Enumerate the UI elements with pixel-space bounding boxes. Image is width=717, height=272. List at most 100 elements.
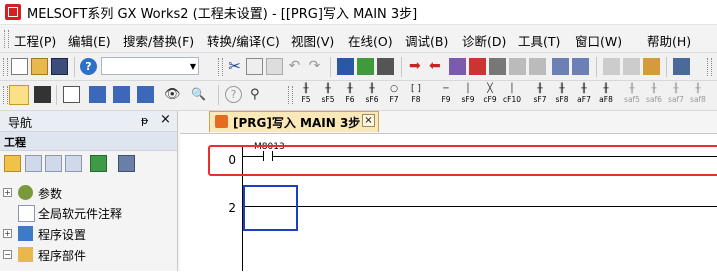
module-icon[interactable] — [34, 86, 51, 103]
ladder-key-f9[interactable]: ─ F9 — [436, 84, 456, 104]
remote-operation-icon[interactable] — [469, 58, 486, 75]
comment-icon — [18, 205, 35, 222]
copy-icon[interactable] — [246, 58, 263, 75]
ladder-key-f8[interactable]: [ ] F8 — [406, 84, 426, 104]
monitor-stop-icon[interactable] — [509, 58, 526, 75]
sort-icon[interactable] — [118, 155, 135, 172]
redo-icon[interactable]: ↷ — [306, 58, 323, 75]
navigation-header: 导航 ᵽ × — [0, 111, 177, 132]
ladder-key-cf10[interactable]: │ cF10 — [502, 84, 522, 104]
save-icon[interactable] — [51, 58, 68, 75]
verify-plc-icon[interactable] — [449, 58, 466, 75]
copy-data-icon[interactable] — [25, 155, 42, 172]
tree-item-global-device-comment[interactable]: 全局软元件注释 — [0, 203, 177, 223]
tree-item-program-setting[interactable]: + 程序设置 — [0, 224, 177, 244]
open-folder-icon[interactable] — [31, 58, 48, 75]
ladder-key-f5[interactable]: ╫ F5 — [296, 84, 316, 104]
device-icon[interactable] — [89, 86, 106, 103]
tree-item-parameters[interactable]: + 参数 — [0, 183, 177, 203]
monitor-batch-icon[interactable] — [529, 58, 546, 75]
device-batch-icon[interactable] — [377, 58, 394, 75]
device-replace-icon[interactable] — [357, 58, 374, 75]
end-rung-wire — [243, 206, 717, 207]
monitor-icon[interactable] — [489, 58, 506, 75]
paste-data-icon[interactable] — [45, 155, 62, 172]
property-icon[interactable] — [65, 155, 82, 172]
ladder-key-cf9[interactable]: ╳ cF9 — [480, 84, 500, 104]
device-test-icon[interactable] — [572, 58, 589, 75]
read-from-plc-icon[interactable]: ⬅ — [429, 58, 446, 75]
ladder-symbol-icon: ╫ — [559, 84, 565, 94]
ladder-key-sf8[interactable]: ╫ sF8 — [552, 84, 572, 104]
simulation-stop-icon[interactable] — [623, 58, 640, 75]
close-icon[interactable]: × — [160, 112, 171, 127]
device-statement-icon[interactable] — [137, 86, 154, 103]
menu-edit[interactable]: 编辑(E) — [68, 31, 111, 50]
zoom-icon[interactable]: 🔍 — [191, 86, 208, 103]
undo-icon[interactable]: ↶ — [286, 58, 303, 75]
binoculars-icon[interactable]: ⚲ — [250, 86, 267, 103]
ladder-key-f6[interactable]: ╫ F6 — [340, 84, 360, 104]
list-view-icon[interactable] — [63, 86, 80, 103]
menu-convert-compile[interactable]: 转换/编译(C) — [207, 31, 280, 50]
toolbar-combo[interactable]: ▼ — [101, 57, 199, 75]
ladder-symbol-icon: ╫ — [303, 84, 309, 94]
chevron-down-icon[interactable]: ▼ — [190, 62, 196, 71]
ladder-key-sf9[interactable]: │ sF9 — [458, 84, 478, 104]
device-monitor-icon[interactable] — [552, 58, 569, 75]
connection-icon[interactable] — [673, 58, 690, 75]
ladder-key-saf8[interactable]: ╫ saf8 — [688, 84, 708, 104]
cut-icon[interactable]: ✂ — [226, 58, 243, 75]
toolbar-grip[interactable] — [3, 58, 8, 76]
menu-online[interactable]: 在线(O) — [348, 31, 393, 50]
help-icon[interactable]: ? — [80, 58, 97, 75]
toolbar-grip[interactable] — [218, 58, 223, 76]
new-data-icon[interactable] — [4, 155, 21, 172]
ladder-key-saf6[interactable]: ╫ saf6 — [644, 84, 664, 104]
tree-item-program-parts[interactable]: − 程序部件 — [0, 245, 177, 265]
project-view-icon[interactable] — [9, 85, 29, 105]
close-icon[interactable]: × — [362, 114, 375, 127]
ladder-symbol-icon: ╫ — [629, 84, 635, 94]
menu-tools[interactable]: 工具(T) — [518, 31, 560, 50]
device-memory-icon[interactable] — [643, 58, 660, 75]
new-file-icon[interactable] — [11, 58, 28, 75]
toolbar-grip[interactable] — [288, 86, 293, 104]
menu-view[interactable]: 视图(V) — [291, 31, 334, 50]
toolbar-grip[interactable] — [707, 58, 712, 76]
ladder-key-af7[interactable]: ╫ aF7 — [574, 84, 594, 104]
ladder-key-label: sF7 — [533, 95, 547, 104]
menu-search-replace[interactable]: 搜索/替换(F) — [123, 31, 194, 50]
tab-prg-main[interactable]: [PRG]写入 MAIN 3步 × — [209, 111, 379, 132]
menu-project[interactable]: 工程(P) — [14, 31, 56, 50]
ladder-key-saf5[interactable]: ╫ saf5 — [622, 84, 642, 104]
ladder-symbol-icon: ○ — [390, 84, 398, 94]
ladder-key-f7[interactable]: ○ F7 — [384, 84, 404, 104]
paste-icon[interactable] — [266, 58, 283, 75]
menubar-grip[interactable] — [4, 30, 9, 48]
ladder-key-af8[interactable]: ╫ aF8 — [596, 84, 616, 104]
ladder-key-sf6[interactable]: ╫ sF6 — [362, 84, 382, 104]
menu-help[interactable]: 帮助(H) — [647, 31, 691, 50]
pin-icon[interactable]: ᵽ — [141, 114, 148, 127]
write-to-plc-icon[interactable]: ➡ — [409, 58, 426, 75]
tree-item-label: 程序部件 — [38, 249, 87, 263]
ladder-cursor[interactable] — [243, 185, 298, 231]
tree-expander[interactable]: − — [3, 250, 12, 259]
ladder-key-label: F8 — [411, 95, 421, 104]
help-icon[interactable]: ? — [225, 86, 242, 103]
device-comment-icon[interactable] — [113, 86, 130, 103]
menu-window[interactable]: 窗口(W) — [575, 31, 622, 50]
device-search-icon[interactable] — [337, 58, 354, 75]
menu-debug[interactable]: 调试(B) — [405, 31, 448, 50]
ladder-key-sf7[interactable]: ╫ sF7 — [530, 84, 550, 104]
ladder-key-saf7[interactable]: ╫ saf7 — [666, 84, 686, 104]
toolbar-grip[interactable] — [3, 86, 8, 104]
simulation-icon[interactable] — [603, 58, 620, 75]
refresh-icon[interactable] — [90, 155, 107, 172]
view-toggle-icon[interactable]: 👁 — [164, 86, 181, 103]
tree-expander[interactable]: + — [3, 229, 12, 238]
menu-diagnostics[interactable]: 诊断(D) — [462, 31, 506, 50]
tree-expander[interactable]: + — [3, 188, 12, 197]
ladder-key-sf5[interactable]: ╫ sF5 — [318, 84, 338, 104]
